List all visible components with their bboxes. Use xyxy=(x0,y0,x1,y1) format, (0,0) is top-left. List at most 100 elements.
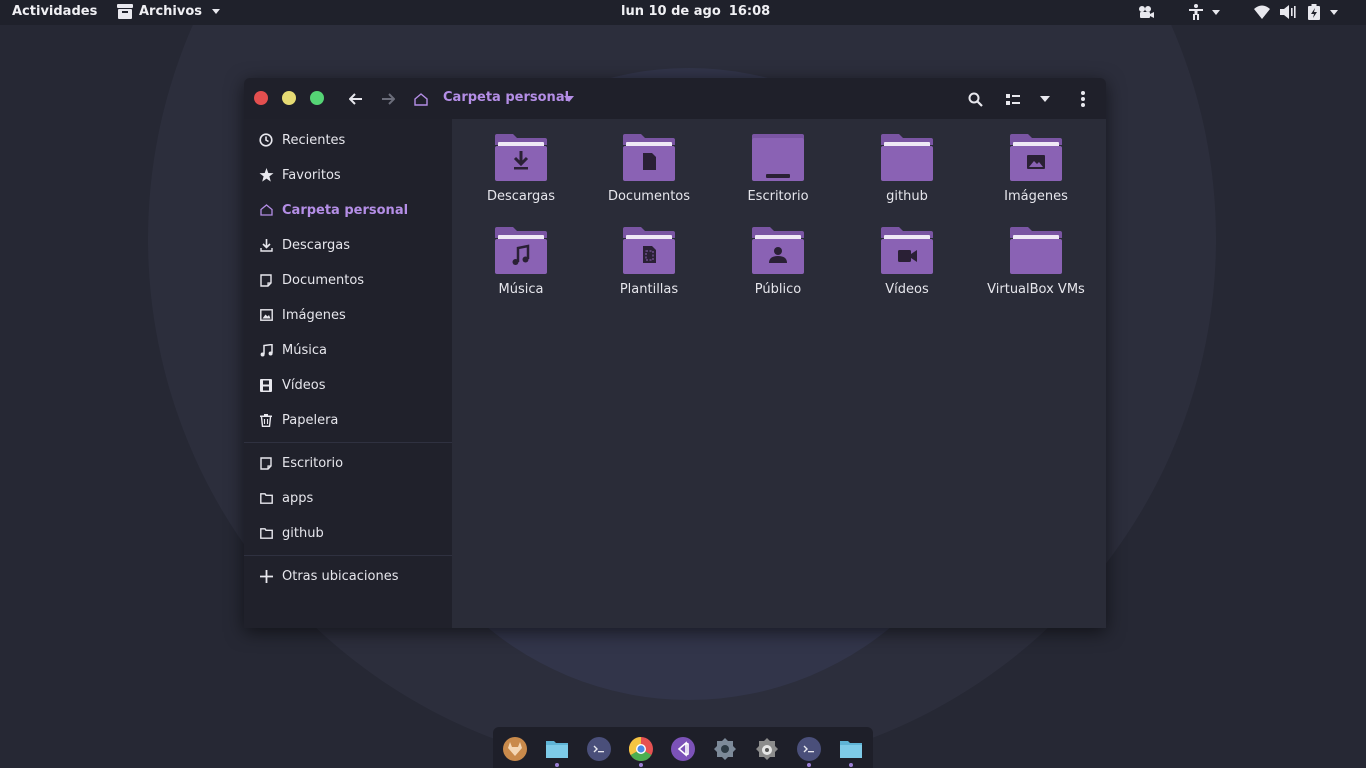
search-button[interactable] xyxy=(964,88,986,110)
folder-video-icon xyxy=(881,227,933,274)
view-list-icon xyxy=(1006,93,1020,105)
folder-imagenes[interactable]: Imágenes xyxy=(976,133,1096,204)
terminal-icon[interactable] xyxy=(587,737,611,761)
wifi-icon[interactable] xyxy=(1254,4,1270,20)
chrome-icon[interactable] xyxy=(628,737,653,762)
sidebar-item-apps[interactable]: apps xyxy=(244,483,452,513)
battery-icon[interactable] xyxy=(1306,4,1322,20)
folder-icon xyxy=(881,134,933,181)
app-menu-label: Archivos xyxy=(139,4,203,19)
chevron-down-icon xyxy=(1040,96,1050,102)
sidebar-item-github[interactable]: github xyxy=(244,518,452,548)
file-grid: Descargas Documentos Escritorio github I… xyxy=(452,119,1106,628)
terminal-icon[interactable] xyxy=(797,737,821,761)
star-icon xyxy=(258,167,274,183)
folder-desktop-icon xyxy=(752,134,804,181)
folder-publico[interactable]: Público xyxy=(718,226,838,297)
folder-descargas[interactable]: Descargas xyxy=(461,133,581,204)
sidebar-item-label: Otras ubicaciones xyxy=(282,568,399,584)
main-menu-button[interactable] xyxy=(1072,88,1094,110)
folder-videos[interactable]: Vídeos xyxy=(847,226,967,297)
running-indicator xyxy=(849,763,853,767)
chevron-down-icon xyxy=(212,9,221,14)
sidebar-item-descargas[interactable]: Descargas xyxy=(244,230,452,260)
clock-time: 16:08 xyxy=(728,4,771,19)
folder-download-icon xyxy=(495,134,547,181)
chevron-down-icon[interactable] xyxy=(1330,9,1338,15)
sidebar-item-otras-ubicaciones[interactable]: Otras ubicaciones xyxy=(244,561,452,591)
vscode-icon[interactable] xyxy=(671,737,695,761)
gitlab-icon[interactable] xyxy=(503,737,527,761)
sidebar-item-label: Escritorio xyxy=(282,455,344,471)
sidebar-item-label: Recientes xyxy=(282,132,346,148)
file-manager-window: Carpeta personal Recientes Favoritos Car xyxy=(244,78,1106,628)
download-icon xyxy=(258,237,274,253)
folder-musica[interactable]: Música xyxy=(461,226,581,297)
file-name: Plantillas xyxy=(619,282,679,297)
file-name: Documentos xyxy=(607,189,691,204)
folder-icon xyxy=(258,490,274,506)
sidebar-item-videos[interactable]: Vídeos xyxy=(244,370,452,400)
settings-icon[interactable] xyxy=(713,737,737,761)
folder-virtualbox-vms[interactable]: VirtualBox VMs xyxy=(976,226,1096,297)
location-menu-button[interactable] xyxy=(558,88,580,110)
app-menu[interactable]: Archivos xyxy=(117,4,221,19)
plus-icon xyxy=(258,568,274,584)
sidebar-item-papelera[interactable]: Papelera xyxy=(244,405,452,435)
files-icon[interactable] xyxy=(839,737,863,761)
system-tray[interactable] xyxy=(1138,4,1338,20)
back-arrow-icon xyxy=(349,93,362,105)
folder-icon xyxy=(1010,227,1062,274)
back-button[interactable] xyxy=(345,88,367,110)
home-icon xyxy=(258,202,274,218)
sidebar-item-label: Descargas xyxy=(282,237,351,253)
folder-plantillas[interactable]: Plantillas xyxy=(589,226,709,297)
sidebar-item-escritorio[interactable]: Escritorio xyxy=(244,448,452,478)
sidebar-item-imagenes[interactable]: Imágenes xyxy=(244,300,452,330)
sidebar-item-favoritos[interactable]: Favoritos xyxy=(244,160,452,190)
camera-icon[interactable] xyxy=(1138,4,1154,20)
running-indicator xyxy=(639,763,643,767)
sidebar-item-musica[interactable]: Música xyxy=(244,335,452,365)
folder-icon xyxy=(258,525,274,541)
forward-button[interactable] xyxy=(377,88,399,110)
view-toggle-button[interactable] xyxy=(1002,88,1024,110)
file-name: Vídeos xyxy=(885,282,929,297)
sidebar-item-label: github xyxy=(282,525,324,541)
home-location-button[interactable] xyxy=(410,88,432,110)
sidebar-item-carpeta-personal[interactable]: Carpeta personal xyxy=(244,195,452,225)
sidebar-item-label: Favoritos xyxy=(282,167,341,183)
minimize-button[interactable] xyxy=(282,91,296,105)
running-indicator xyxy=(807,763,811,767)
sidebar-item-documentos[interactable]: Documentos xyxy=(244,265,452,295)
sidebar-item-label: Música xyxy=(282,342,327,358)
music-icon xyxy=(258,342,274,358)
top-bar: Actividades Archivos lun 10 de ago 16:08 xyxy=(0,0,1366,25)
file-name: Público xyxy=(754,282,802,297)
view-options-button[interactable] xyxy=(1034,88,1056,110)
file-name: Descargas xyxy=(486,189,555,204)
files-icon[interactable] xyxy=(545,737,569,761)
header-bar: Carpeta personal xyxy=(244,78,1106,119)
clock[interactable]: lun 10 de ago 16:08 xyxy=(621,4,770,19)
chevron-down-icon[interactable] xyxy=(1212,9,1220,15)
forward-arrow-icon xyxy=(382,93,395,105)
gimp-icon[interactable] xyxy=(755,737,779,761)
close-button[interactable] xyxy=(254,91,268,105)
document-icon xyxy=(258,455,274,471)
volume-icon[interactable] xyxy=(1280,4,1296,20)
chevron-down-icon xyxy=(564,96,574,102)
folder-image-icon xyxy=(1010,134,1062,181)
trash-icon xyxy=(258,412,274,428)
accessibility-icon[interactable] xyxy=(1188,4,1204,20)
folder-documentos[interactable]: Documentos xyxy=(589,133,709,204)
folder-escritorio[interactable]: Escritorio xyxy=(718,133,838,204)
sidebar-item-recientes[interactable]: Recientes xyxy=(244,125,452,155)
location-label[interactable]: Carpeta personal xyxy=(443,90,569,105)
activities-button[interactable]: Actividades xyxy=(12,4,97,19)
sidebar-item-label: Imágenes xyxy=(282,307,346,323)
folder-github[interactable]: github xyxy=(847,133,967,204)
sidebar-item-label: Documentos xyxy=(282,272,365,288)
folder-person-icon xyxy=(752,227,804,274)
maximize-button[interactable] xyxy=(310,91,324,105)
